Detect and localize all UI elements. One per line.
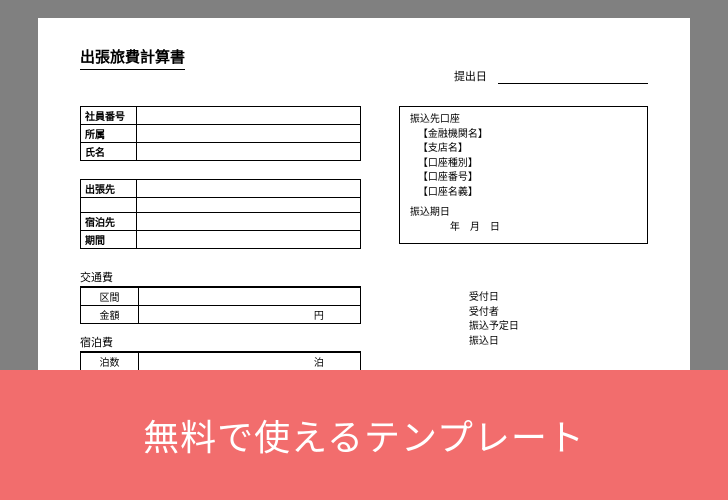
- transfer-date-label: 振込日: [469, 335, 648, 350]
- receipt-date-label: 受付日: [469, 291, 648, 306]
- bank-due-value: 年 月 日: [410, 221, 637, 236]
- promo-banner: 無料で使えるテンプレート: [0, 370, 728, 500]
- table-row: 氏名: [81, 143, 361, 161]
- employee-table: 社員番号 所属 氏名: [80, 106, 361, 161]
- employee-name-value: [137, 143, 361, 161]
- promo-banner-text: 無料で使えるテンプレート: [143, 409, 585, 461]
- bank-account-type: 【口座種別】: [410, 157, 637, 172]
- employee-id-value: [137, 107, 361, 125]
- table-row: 区間: [81, 288, 361, 306]
- bank-account-name: 【口座名義】: [410, 186, 637, 201]
- transport-section-value: [139, 288, 361, 306]
- bank-account-box: 振込先口座 【金融機関名】 【支店名】 【口座種別】 【口座番号】 【口座名義】…: [399, 106, 648, 244]
- employee-id-label: 社員番号: [81, 107, 137, 125]
- trip-dest-value: [137, 180, 361, 198]
- trip-period-label: 期間: [81, 231, 137, 249]
- receipt-labels: 受付日 受付者 振込予定日 振込日: [399, 291, 648, 349]
- transport-section-header: 交通費: [80, 269, 361, 287]
- table-row: [81, 198, 361, 213]
- bank-account-number: 【口座番号】: [410, 171, 637, 186]
- transport-section-label: 区間: [81, 288, 139, 306]
- lodging-nights-label: 泊数: [81, 353, 139, 371]
- table-row: 泊数 泊: [81, 353, 361, 371]
- trip-table: 出張先: [80, 179, 361, 213]
- employee-name-label: 氏名: [81, 143, 137, 161]
- trip-stay-label: 宿泊先: [81, 213, 137, 231]
- document-title: 出張旅費計算書: [80, 46, 185, 70]
- transport-amount-label: 金額: [81, 306, 139, 324]
- trip-table-2: 宿泊先 期間: [80, 212, 361, 249]
- scheduled-transfer-date-label: 振込予定日: [469, 320, 648, 335]
- bank-due-label: 振込期日: [410, 206, 637, 221]
- table-row: 所属: [81, 125, 361, 143]
- bank-header: 振込先口座: [410, 113, 637, 128]
- transport-amount-value: 円: [139, 306, 361, 324]
- trip-period-value: [137, 231, 361, 249]
- employee-dept-value: [137, 125, 361, 143]
- employee-dept-label: 所属: [81, 125, 137, 143]
- trip-stay-value: [137, 213, 361, 231]
- transport-table: 区間 金額 円: [80, 287, 361, 324]
- table-row: 宿泊先: [81, 213, 361, 231]
- document-preview-viewport: 出張旅費計算書 提出日 社員番号 所属 氏名: [0, 0, 728, 370]
- lodging-table: 泊数 泊: [80, 352, 361, 370]
- table-row: 期間: [81, 231, 361, 249]
- trip-dest-label: 出張先: [81, 180, 137, 198]
- table-row: 金額 円: [81, 306, 361, 324]
- submission-date-field: 提出日: [454, 68, 648, 84]
- lodging-section-header: 宿泊費: [80, 334, 361, 352]
- lodging-nights-value: 泊: [139, 353, 361, 371]
- submission-date-label: 提出日: [454, 68, 487, 84]
- trip-dest-value-2: [137, 198, 361, 213]
- table-row: 社員番号: [81, 107, 361, 125]
- receipt-by-label: 受付者: [469, 306, 648, 321]
- table-row: 出張先: [81, 180, 361, 198]
- template-page: 出張旅費計算書 提出日 社員番号 所属 氏名: [38, 18, 690, 370]
- bank-institution: 【金融機関名】: [410, 128, 637, 143]
- submission-date-line: [498, 72, 648, 84]
- bank-branch: 【支店名】: [410, 142, 637, 157]
